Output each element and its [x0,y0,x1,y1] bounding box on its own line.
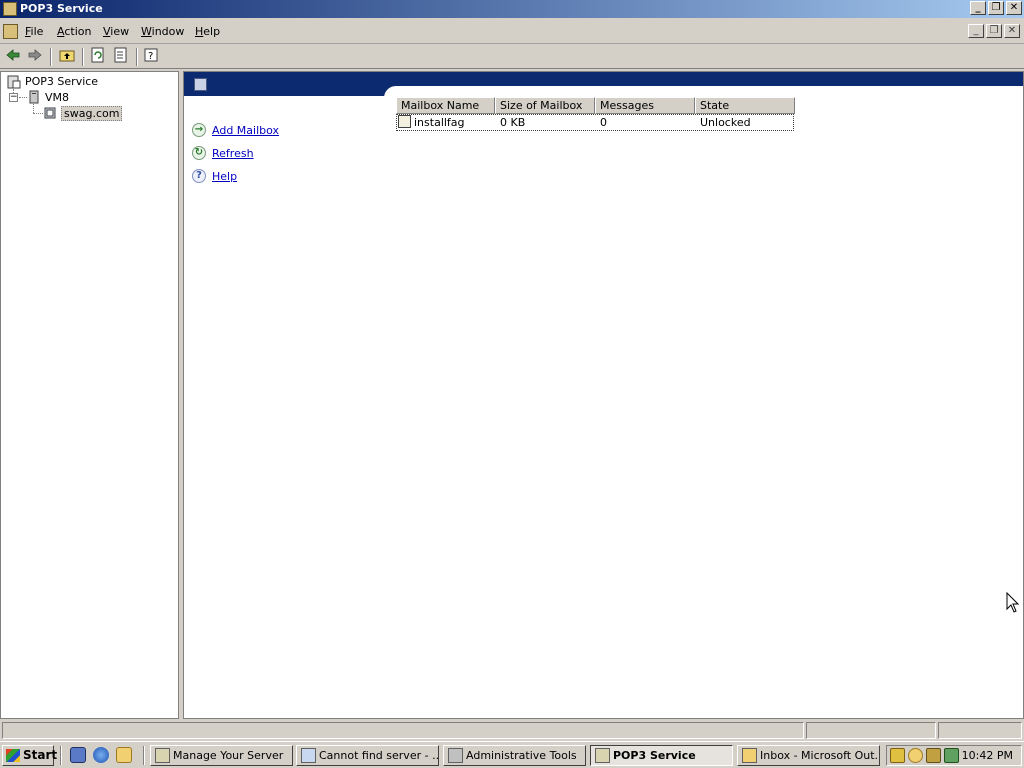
status-pane-2 [806,722,936,739]
start-label: Start [23,748,58,762]
export-list-icon[interactable] [111,47,131,67]
tree-expander[interactable]: − [9,93,18,102]
column-messages[interactable]: Messages [595,97,695,114]
manage-server-icon [155,748,170,763]
admin-tools-icon [448,748,463,763]
clock[interactable]: 10:42 PM [962,749,1013,762]
tree-node-swag-com[interactable]: swag.com [61,106,123,121]
domain-icon [44,107,56,119]
pop3-taskbar-icon [595,748,610,763]
outlook-quicklaunch-icon[interactable] [116,747,132,763]
child-restore-button[interactable]: ❐ [986,24,1002,38]
mailbox-name: installfag [414,116,465,129]
close-button[interactable]: ✕ [1006,1,1022,15]
forward-icon[interactable] [25,47,45,67]
child-close-button[interactable]: ✕ [1004,24,1020,38]
menu-file[interactable]: File [25,25,43,38]
ie-window-icon [301,748,316,763]
mailbox-icon [398,115,411,128]
tray-security-icon[interactable] [944,748,959,763]
minimize-button[interactable]: _ [970,1,986,15]
taskbar-cannot-find-server[interactable]: Cannot find server - ... [296,745,439,766]
child-minimize-button[interactable]: _ [968,24,984,38]
task-add-mailbox[interactable]: → Add Mailbox [192,123,279,137]
menu-bar: File Action View Window Help _ ❐ ✕ [0,19,1024,44]
outlook-window-icon [742,748,757,763]
task-help[interactable]: ? Help [192,169,237,183]
mailbox-messages: 0 [600,116,607,129]
status-bar [0,720,1024,740]
console-tree: POP3 Service − VM8 swag.com [0,71,179,719]
status-pane-3 [938,722,1022,739]
mailbox-list: Mailbox Name Size of Mailbox Messages St… [396,97,796,131]
mailbox-size: 0 KB [500,116,526,129]
details-pane: → Add Mailbox ↻ Refresh ? Help Mailbox N… [183,71,1024,719]
status-pane-main [2,722,804,739]
taskbar-manage-your-server[interactable]: Manage Your Server [150,745,293,766]
window-title: POP3 Service [20,2,103,15]
column-size[interactable]: Size of Mailbox [495,97,595,114]
taskbar: Start Manage Your Server Cannot find ser… [0,741,1024,768]
list-header: Mailbox Name Size of Mailbox Messages St… [396,97,796,114]
mailbox-state: Unlocked [700,116,751,129]
task-refresh[interactable]: ↻ Refresh [192,146,254,160]
taskbar-inbox-outlook[interactable]: Inbox - Microsoft Out... [737,745,880,766]
mouse-cursor-icon [1006,592,1020,613]
add-mailbox-link[interactable]: Add Mailbox [212,124,279,137]
add-mailbox-icon: → [192,123,206,137]
column-state[interactable]: State [695,97,795,114]
column-mailbox-name[interactable]: Mailbox Name [396,97,495,114]
app-icon[interactable] [3,2,17,16]
tray-app-icon[interactable] [890,748,905,763]
refresh-task-icon: ↻ [192,146,206,160]
toolbar: ? [0,45,1024,69]
refresh-link[interactable]: Refresh [212,147,254,160]
restore-button[interactable]: ❐ [988,1,1004,15]
tree-node-pop3-service[interactable]: POP3 Service [25,75,98,88]
server-icon [29,90,39,104]
menu-help[interactable]: Help [195,25,220,38]
domain-banner-icon [194,78,207,91]
internet-explorer-icon[interactable] [93,747,109,763]
system-tray: 10:42 PM [886,745,1022,766]
document-icon[interactable] [3,24,18,39]
menu-action[interactable]: Action [57,25,91,38]
menu-window[interactable]: Window [141,25,184,38]
tray-clock-icon[interactable] [908,748,923,763]
taskbar-pop3-service[interactable]: POP3 Service [590,745,733,766]
table-row[interactable]: installfag 0 KB 0 Unlocked [396,114,794,131]
taskbar-administrative-tools[interactable]: Administrative Tools [443,745,586,766]
start-button[interactable]: Start [2,745,58,766]
tree-node-vm8[interactable]: VM8 [45,91,69,104]
pop3-service-icon [7,75,21,89]
windows-flag-icon [6,749,20,762]
menu-view[interactable]: View [103,25,129,38]
title-bar: POP3 Service _ ❐ ✕ [0,0,1024,18]
help-link[interactable]: Help [212,170,237,183]
svg-text:?: ? [148,51,153,62]
help-icon[interactable]: ? [142,47,162,67]
refresh-icon[interactable] [88,47,108,67]
show-desktop-icon[interactable] [70,747,86,763]
up-folder-icon[interactable] [57,47,77,67]
tray-network-icon[interactable] [926,748,941,763]
help-task-icon: ? [192,169,206,183]
back-icon[interactable] [3,47,23,67]
